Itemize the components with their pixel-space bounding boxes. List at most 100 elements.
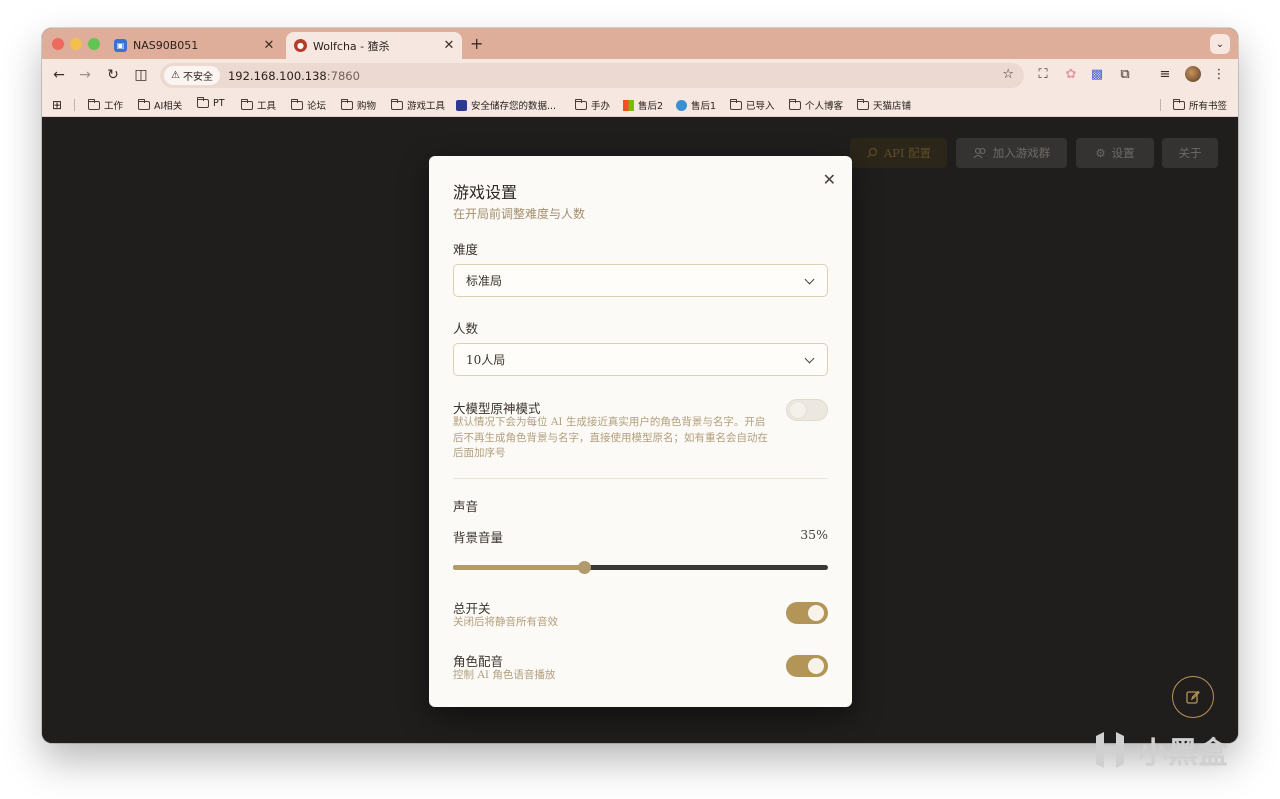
sound-section-heading: 声音 — [453, 499, 479, 514]
reload-icon[interactable]: ↻ — [104, 67, 122, 83]
bookmark-folder[interactable]: 手办 — [574, 98, 610, 112]
difficulty-value: 标准局 — [466, 274, 503, 288]
microsoft-icon — [623, 99, 634, 111]
security-chip[interactable]: ⚠ 不安全 — [164, 66, 220, 85]
bookmark-folder[interactable]: 工具 — [240, 98, 276, 112]
zoom-window-button[interactable] — [88, 38, 100, 50]
bg-volume-value: 35% — [800, 527, 828, 542]
bookmarks-bar: ⊞ 工作 AI相关 PT 工具 论坛 购物 游戏工具 安全储存您的数据... 手… — [42, 92, 1238, 117]
folder-icon — [340, 98, 353, 110]
close-window-button[interactable] — [52, 38, 64, 50]
genshin-mode-description: 默认情况下会为每位 AI 生成接近真实用户的角色背景与名字。开启后不再生成角色背… — [453, 416, 768, 459]
bookmark-site[interactable]: 安全储存您的数据... — [456, 98, 556, 112]
bookmark-folder[interactable]: 游戏工具 — [390, 98, 445, 112]
bookmark-site[interactable]: 售后1 — [676, 98, 716, 112]
folder-icon — [856, 98, 869, 110]
divider — [74, 99, 75, 111]
minimize-window-button[interactable] — [70, 38, 82, 50]
bg-volume-label: 背景音量 — [453, 530, 504, 545]
bookmark-folder[interactable]: AI相关 — [137, 98, 182, 112]
extension-icon[interactable]: ⛶ — [1034, 67, 1052, 82]
tab-strip: ▣ NAS90B051 ✕ ● Wolfcha - 猹杀 ✕ + ⌄ — [42, 28, 1238, 59]
bookmark-star-icon[interactable]: ☆ — [1002, 67, 1014, 82]
master-sound-toggle[interactable] — [786, 602, 828, 624]
folder-icon — [1172, 98, 1185, 110]
chevron-down-icon — [804, 353, 815, 364]
difficulty-select[interactable]: 标准局 — [453, 264, 828, 297]
bookmark-folder[interactable]: 天猫店铺 — [856, 98, 911, 112]
site-icon — [456, 99, 467, 111]
tab-title: NAS90B051 — [133, 39, 199, 52]
folder-icon — [729, 98, 742, 110]
tab-search-chevron-icon[interactable]: ⌄ — [1210, 34, 1230, 54]
profile-avatar[interactable] — [1185, 66, 1201, 82]
edit-icon — [1186, 690, 1200, 704]
difficulty-label: 难度 — [453, 242, 479, 257]
players-select[interactable]: 10人局 — [453, 343, 828, 376]
edit-fab-button[interactable] — [1172, 676, 1214, 718]
genshin-mode-toggle[interactable] — [786, 399, 828, 421]
users-icon — [973, 147, 986, 159]
extension-icon[interactable]: ✿ — [1062, 67, 1080, 82]
bookmark-folder[interactable]: PT — [196, 97, 225, 109]
folder-icon — [87, 98, 100, 110]
folder-icon — [137, 98, 150, 110]
extension-icon[interactable]: ▩ — [1088, 67, 1106, 82]
section-divider — [453, 478, 828, 479]
watermark-logo: 小黑盒 — [1090, 728, 1228, 772]
puzzle-icon[interactable]: ⧉ — [1116, 67, 1134, 82]
voice-description: 控制 AI 角色语音播放 — [453, 669, 556, 681]
globe-icon — [676, 99, 687, 111]
url-text: 192.168.100.138:7860 — [227, 68, 360, 83]
settings-button[interactable]: ⚙ 设置 — [1076, 138, 1154, 168]
folder-icon — [240, 98, 253, 110]
tab-close-icon[interactable]: ✕ — [440, 38, 458, 53]
new-tab-button[interactable]: + — [470, 34, 483, 53]
bookmark-site[interactable]: 售后2 — [623, 98, 663, 112]
bookmark-folder[interactable]: 论坛 — [290, 98, 326, 112]
folder-icon — [574, 98, 587, 110]
wolfcha-favicon-icon: ● — [294, 39, 307, 52]
api-config-button[interactable]: API 配置 — [850, 138, 947, 168]
about-button[interactable]: 关于 — [1162, 138, 1218, 168]
split-view-icon[interactable]: ◫ — [132, 67, 150, 83]
bookmark-folder[interactable]: 个人博客 — [788, 98, 843, 112]
tab-title: Wolfcha - 猹杀 — [313, 39, 390, 53]
dialog-subtitle: 在开局前调整难度与人数 — [453, 207, 586, 221]
nas-favicon-icon: ▣ — [114, 39, 127, 52]
dialog-title: 游戏设置 — [453, 183, 518, 202]
search-icon — [866, 147, 877, 158]
folder-icon — [196, 97, 209, 108]
gear-icon: ⚙ — [1095, 146, 1106, 160]
folder-icon — [290, 98, 303, 110]
toggle-knob — [790, 402, 806, 418]
forward-arrow-icon[interactable]: → — [76, 67, 94, 83]
warning-icon: ⚠ — [171, 70, 180, 81]
toggle-knob — [808, 605, 824, 621]
voice-toggle[interactable] — [786, 655, 828, 677]
players-value: 10人局 — [466, 353, 506, 367]
bookmark-folder[interactable]: 工作 — [87, 98, 123, 112]
heybox-logo-icon — [1096, 732, 1124, 768]
menu-kebab-icon[interactable]: ⋮ — [1210, 67, 1228, 82]
all-bookmarks-folder[interactable]: 所有书签 — [1172, 98, 1227, 112]
slider-thumb[interactable] — [578, 561, 592, 574]
reading-list-icon[interactable]: ≡ — [1156, 67, 1174, 82]
folder-icon — [788, 98, 801, 110]
tab-wolfcha[interactable]: ● Wolfcha - 猹杀 ✕ — [286, 32, 462, 59]
apps-grid-icon[interactable]: ⊞ — [52, 98, 62, 112]
tab-close-icon[interactable]: ✕ — [260, 38, 278, 53]
security-label: 不安全 — [182, 72, 213, 83]
master-switch-description: 关闭后将静音所有音效 — [453, 616, 558, 628]
bookmark-folder[interactable]: 购物 — [340, 98, 376, 112]
address-bar[interactable]: ⚠ 不安全 192.168.100.138:7860 ☆ — [160, 63, 1024, 88]
close-icon[interactable]: ✕ — [823, 170, 836, 189]
tab-nas[interactable]: ▣ NAS90B051 ✕ — [106, 32, 282, 59]
bookmark-folder[interactable]: 已导入 — [729, 98, 775, 112]
folder-icon — [390, 98, 403, 110]
browser-toolbar: ← → ↻ ◫ ⚠ 不安全 192.168.100.138:7860 ☆ ⛶ ✿… — [42, 59, 1238, 92]
game-settings-dialog: ✕ 游戏设置 在开局前调整难度与人数 难度 标准局 人数 10人局 大模型原神模… — [429, 156, 852, 707]
join-group-button[interactable]: 加入游戏群 — [956, 138, 1067, 168]
back-arrow-icon[interactable]: ← — [50, 67, 68, 83]
bg-volume-slider[interactable] — [453, 561, 828, 574]
